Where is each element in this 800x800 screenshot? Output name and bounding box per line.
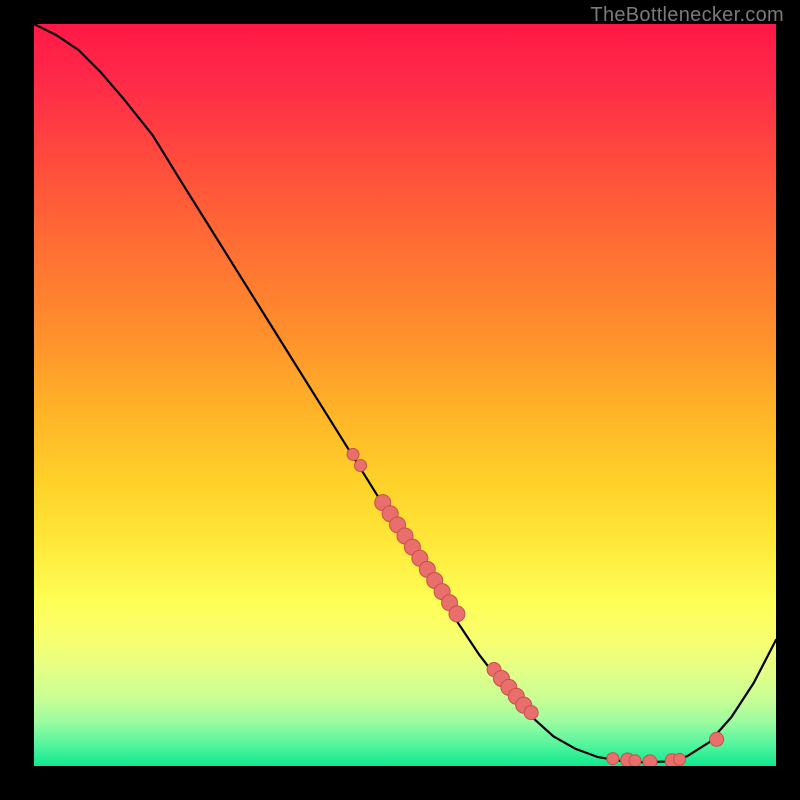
data-points [347, 448, 724, 766]
data-point [354, 459, 366, 471]
chart-overlay [34, 24, 776, 766]
bottleneck-curve [34, 24, 776, 762]
data-point [629, 755, 641, 766]
data-point [607, 753, 619, 765]
watermark-label: TheBottlenecker.com [590, 4, 784, 27]
data-point [710, 732, 724, 746]
data-point [643, 755, 657, 766]
data-point [674, 753, 686, 765]
data-point [524, 706, 538, 720]
data-point [347, 448, 359, 460]
data-point [449, 606, 465, 622]
